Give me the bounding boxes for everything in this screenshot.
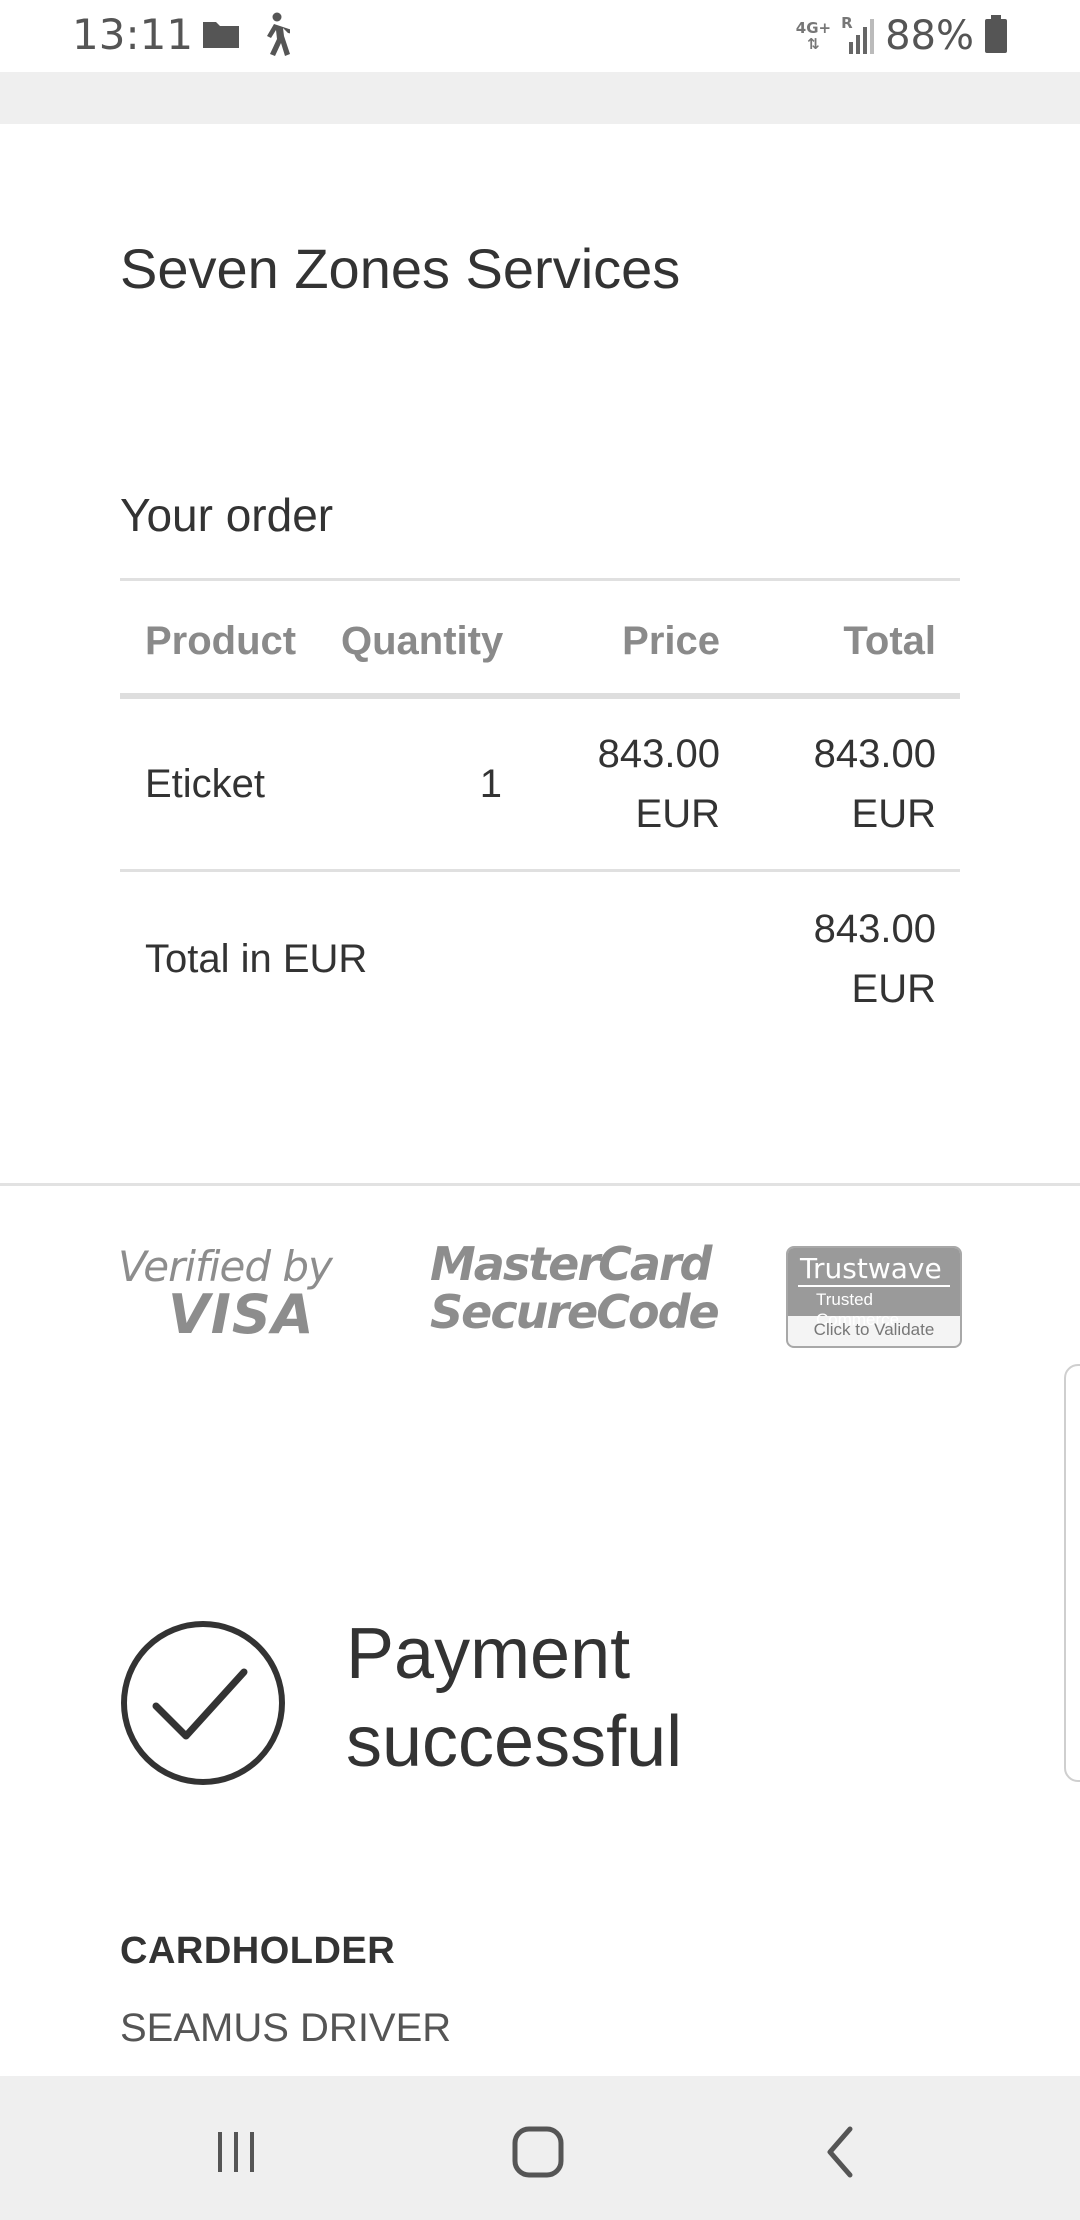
column-total: Total: [843, 619, 936, 663]
verified-by-visa-logo: Verified by VISA: [118, 1242, 333, 1346]
trustwave-brand: Trustwave: [800, 1252, 942, 1285]
column-product: Product: [145, 619, 297, 663]
item-price: 843.00 EUR: [598, 724, 720, 844]
signal-icon: R: [841, 14, 875, 56]
payment-status: Payment successful: [346, 1610, 682, 1786]
home-button[interactable]: [502, 2116, 574, 2188]
back-button[interactable]: [804, 2116, 876, 2188]
item-quantity: 1: [479, 762, 502, 806]
cardholder-label: CARDHOLDER: [120, 1930, 396, 1972]
cardholder-name: SEAMUS DRIVER: [120, 2006, 452, 2050]
order-table-header: Product Quantity Price Total: [120, 578, 960, 699]
mastercard-logo-line2: SecureCode: [430, 1285, 720, 1339]
payment-status-line2: successful: [346, 1702, 683, 1782]
order-total-amount: 843.00: [813, 907, 936, 951]
payment-status-line1: Payment: [346, 1614, 631, 1694]
order-total-value: 843.00 EUR: [814, 899, 936, 1019]
table-row: Eticket 1 843.00 EUR 843.00 EUR: [120, 699, 960, 872]
network-type-label: 4G+: [795, 19, 832, 37]
mastercard-logo-line1: MasterCard: [430, 1237, 712, 1291]
status-time: 13:11: [72, 10, 194, 59]
battery-icon: [984, 14, 1008, 58]
visa-logo-line2: VISA: [168, 1283, 315, 1346]
item-price-amount: 843.00: [597, 732, 720, 776]
item-total: 843.00 EUR: [814, 724, 936, 844]
walking-icon: [260, 12, 294, 60]
data-arrows-icon: ⇅: [807, 35, 820, 53]
checkmark-circle-icon: [120, 1620, 286, 1786]
home-icon: [512, 2126, 564, 2178]
merchant-name: Seven Zones Services: [120, 237, 681, 300]
edge-panel-handle[interactable]: [1064, 1364, 1080, 1782]
column-quantity: Quantity: [341, 619, 504, 663]
trustwave-badge[interactable]: Trustwave Trusted Commerce Click to Vali…: [786, 1246, 962, 1348]
order-total-currency: EUR: [851, 967, 936, 1011]
item-total-amount: 843.00: [813, 732, 936, 776]
status-bar: 13:11 4G+ ⇅ R 88%: [0, 0, 1080, 72]
trustwave-cta: Click to Validate: [813, 1320, 935, 1339]
item-total-currency: EUR: [851, 792, 936, 836]
item-product: Eticket: [145, 762, 266, 806]
battery-percent: 88%: [885, 13, 974, 59]
back-icon: [827, 2126, 853, 2178]
order-table: Product Quantity Price Total Eticket 1 8…: [120, 578, 960, 1042]
order-total-row: Total in EUR 843.00 EUR: [120, 872, 960, 1042]
network-data-icon: 4G+ ⇅: [796, 20, 831, 52]
order-title: Your order: [120, 489, 334, 541]
recent-apps-button[interactable]: [200, 2116, 272, 2188]
recent-apps-icon: [218, 2132, 254, 2172]
folder-icon: [202, 19, 240, 53]
navigation-bar: [0, 2076, 1080, 2220]
item-price-currency: EUR: [635, 792, 720, 836]
section-divider: [0, 1183, 1080, 1186]
column-price: Price: [622, 619, 720, 663]
order-total-label: Total in EUR: [145, 937, 368, 981]
security-logos: Verified by VISA MasterCard SecureCode T…: [0, 1240, 1080, 1360]
top-band: [0, 72, 1080, 124]
mastercard-securecode-logo: MasterCard SecureCode: [430, 1237, 720, 1339]
